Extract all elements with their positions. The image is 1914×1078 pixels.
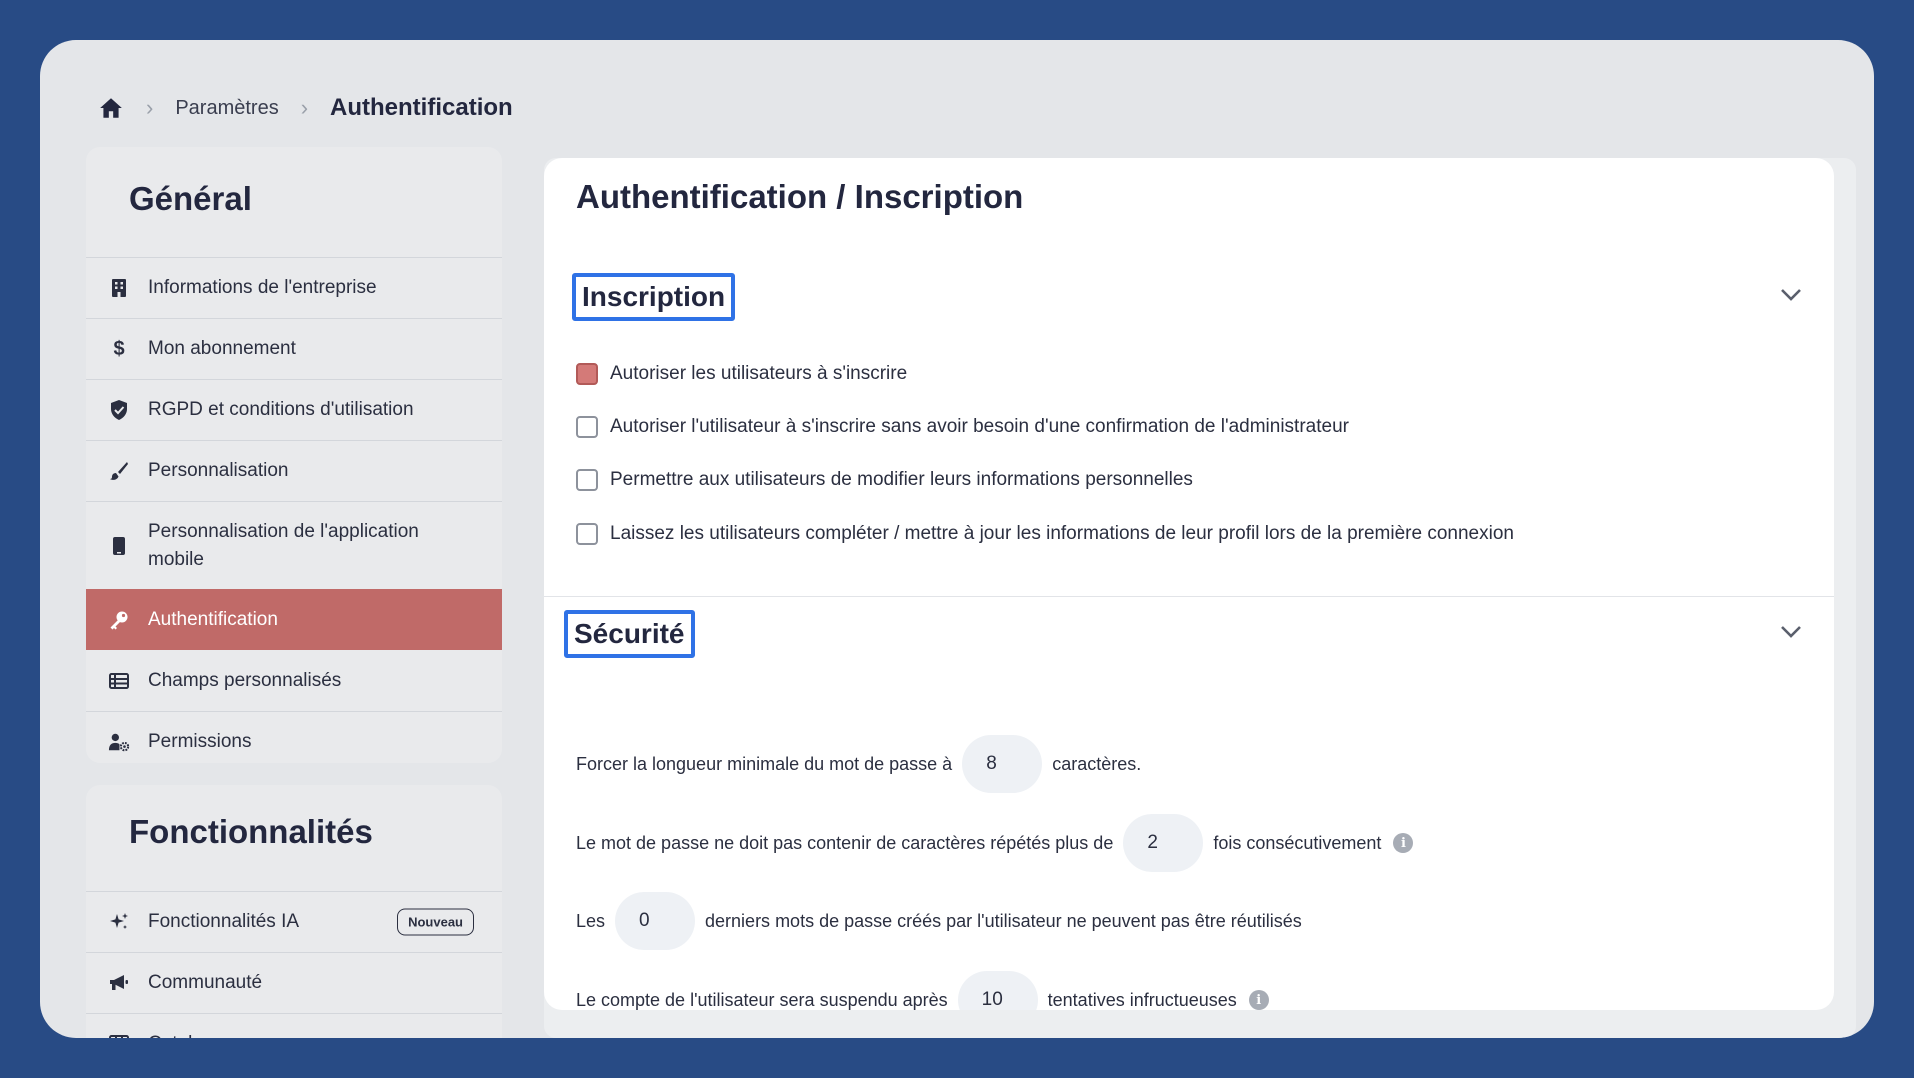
building-icon <box>108 277 130 299</box>
breadcrumb: › Paramètres › Authentification <box>98 80 513 136</box>
sidebar-item-label: Personnalisation <box>148 460 289 481</box>
inscription-section-header[interactable]: Inscription <box>572 273 736 321</box>
megaphone-icon <box>108 972 130 994</box>
row-text-after: derniers mots de passe créés par l'utili… <box>705 910 1302 931</box>
failed-attempts-input[interactable]: 10 <box>957 971 1038 1010</box>
grid-icon <box>108 1033 130 1038</box>
sidebar-item-label: Personnalisation de l'application mobile <box>148 520 419 570</box>
option-complete-profile[interactable]: Laissez les utilisateurs compléter / met… <box>576 523 1514 545</box>
sidebar-item-mobile-app[interactable]: Personnalisation de l'application mobile <box>86 501 502 589</box>
password-history-row: Les 0 derniers mots de passe créés par l… <box>576 892 1302 950</box>
option-label: Autoriser l'utilisateur à s'inscrire san… <box>610 416 1349 437</box>
signup-no-confirmation-checkbox[interactable] <box>576 416 598 438</box>
option-label: Laissez les utilisateurs compléter / met… <box>610 523 1514 544</box>
dollar-icon: $ <box>113 337 125 360</box>
sidebar-features-card: Fonctionnalités Fonctionnalités IA Nouve… <box>86 785 502 1038</box>
chevron-down-icon[interactable] <box>1778 619 1804 645</box>
sidebar-item-authentication[interactable]: Authentification <box>86 589 502 650</box>
breadcrumb-separator: › <box>146 95 154 120</box>
sidebar-item-subscription[interactable]: $ Mon abonnement <box>86 318 502 379</box>
sidebar-item-label: Catalogues <box>148 1030 244 1038</box>
security-section-title: Sécurité <box>564 610 695 658</box>
section-divider <box>544 596 1834 597</box>
sidebar-item-label: Permissions <box>148 731 252 752</box>
inscription-section-title: Inscription <box>572 273 736 321</box>
sparkles-icon <box>108 911 130 933</box>
chevron-down-icon[interactable] <box>1778 282 1804 308</box>
new-badge: Nouveau <box>397 908 474 936</box>
allow-signup-checkbox[interactable] <box>576 363 598 385</box>
mobile-icon <box>108 535 130 557</box>
table-icon <box>108 670 130 692</box>
row-text-before: Le compte de l'utilisateur sera suspendu… <box>576 989 948 1010</box>
option-allow-signup[interactable]: Autoriser les utilisateurs à s'inscrire <box>576 363 907 385</box>
sidebar-item-gdpr[interactable]: RGPD et conditions d'utilisation <box>86 379 502 440</box>
option-edit-personal-info[interactable]: Permettre aux utilisateurs de modifier l… <box>576 469 1193 491</box>
brush-icon <box>108 460 130 482</box>
sidebar-item-custom-fields[interactable]: Champs personnalisés <box>86 650 502 711</box>
breadcrumb-link-parametres[interactable]: Paramètres <box>175 97 278 120</box>
option-label: Permettre aux utilisateurs de modifier l… <box>610 469 1193 490</box>
repeated-chars-input[interactable]: 2 <box>1123 814 1204 872</box>
user-gear-icon <box>108 731 130 753</box>
sidebar-item-label: Communauté <box>148 972 263 993</box>
sidebar-item-community[interactable]: Communauté <box>86 952 502 1013</box>
sidebar-item-label: Authentification <box>148 608 278 630</box>
row-text-after: tentatives infructueuses <box>1047 989 1237 1010</box>
repeated-chars-row: Le mot de passe ne doit pas contenir de … <box>576 814 1414 872</box>
min-password-length-row: Forcer la longueur minimale du mot de pa… <box>576 735 1141 793</box>
sidebar-item-customization[interactable]: Personnalisation <box>86 440 502 501</box>
sidebar-general-card: Général Informations de l'entreprise $ M… <box>86 147 502 763</box>
sidebar-item-label: Mon abonnement <box>148 338 296 359</box>
sidebar-item-permissions[interactable]: Permissions <box>86 711 502 763</box>
breadcrumb-current: Authentification <box>330 94 513 121</box>
option-label: Autoriser les utilisateurs à s'inscrire <box>610 363 908 384</box>
row-text-after: fois consécutivement <box>1213 832 1382 853</box>
row-text-before: Le mot de passe ne doit pas contenir de … <box>576 832 1114 853</box>
shield-icon <box>108 399 130 421</box>
row-text-after: caractères. <box>1052 753 1142 774</box>
page-title: Authentification / Inscription <box>576 178 1024 215</box>
breadcrumb-separator: › <box>300 95 309 120</box>
app-window: › Paramètres › Authentification Général … <box>40 40 1874 1038</box>
edit-personal-info-checkbox[interactable] <box>576 469 598 491</box>
sidebar-item-label: Informations de l'entreprise <box>148 277 377 298</box>
failed-attempts-row: Le compte de l'utilisateur sera suspendu… <box>576 971 1269 1010</box>
sidebar-item-label: RGPD et conditions d'utilisation <box>148 399 414 420</box>
password-history-input[interactable]: 0 <box>615 892 696 950</box>
sidebar-item-catalogs[interactable]: Catalogues <box>86 1013 502 1038</box>
row-text-before: Les <box>576 910 606 931</box>
key-icon <box>108 609 130 631</box>
settings-card: Authentification / Inscription Inscripti… <box>544 158 1834 1010</box>
complete-profile-checkbox[interactable] <box>576 523 598 545</box>
row-text-before: Forcer la longueur minimale du mot de pa… <box>576 753 953 774</box>
sidebar-item-company-info[interactable]: Informations de l'entreprise <box>86 257 502 318</box>
home-icon[interactable] <box>98 95 124 121</box>
sidebar-features-title: Fonctionnalités <box>129 813 373 850</box>
min-length-input[interactable]: 8 <box>962 735 1043 793</box>
sidebar-item-label: Fonctionnalités IA <box>148 911 300 932</box>
sidebar-item-ai-features[interactable]: Fonctionnalités IA Nouveau <box>86 891 502 952</box>
sidebar-general-title: Général <box>129 180 252 217</box>
info-icon[interactable]: i <box>1393 833 1414 853</box>
info-icon[interactable]: i <box>1248 990 1269 1010</box>
option-signup-no-confirmation[interactable]: Autoriser l'utilisateur à s'inscrire san… <box>576 416 1349 438</box>
sidebar-item-label: Champs personnalisés <box>148 669 342 691</box>
security-section-header[interactable]: Sécurité <box>564 610 695 658</box>
